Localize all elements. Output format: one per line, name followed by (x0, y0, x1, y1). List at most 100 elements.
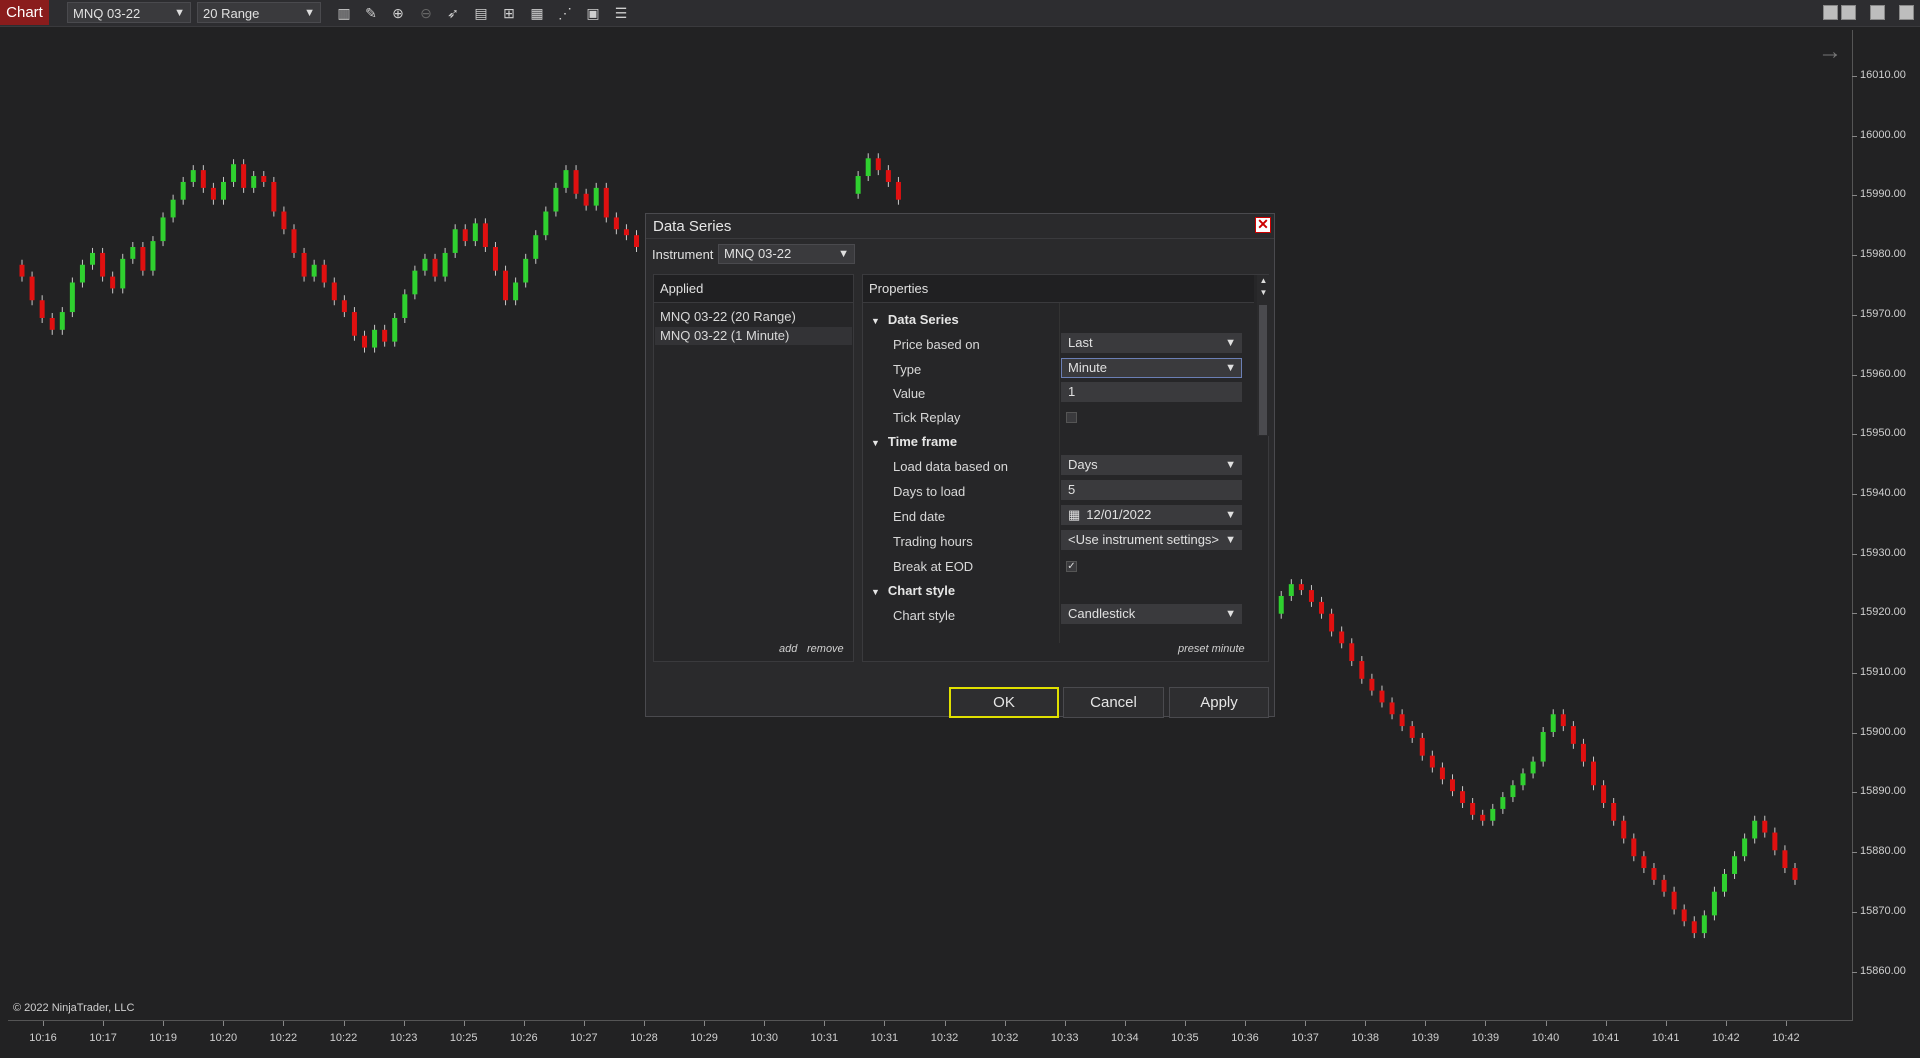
y-axis-label: 15910.00 (1860, 666, 1906, 678)
chart-style-dropdown[interactable]: Candlestick ▼ (1061, 604, 1242, 624)
candle-body (1732, 856, 1738, 874)
add-link[interactable]: add (779, 643, 797, 655)
candle-body (543, 211, 549, 236)
candle-body (1439, 767, 1445, 780)
y-axis-label: 15870.00 (1860, 904, 1906, 917)
candle-body (1470, 802, 1476, 815)
cancel-button[interactable]: Cancel (1063, 687, 1164, 718)
x-axis-tick (283, 1021, 285, 1026)
properties-scrollbar[interactable]: ▲ ▼ (1257, 275, 1270, 436)
x-axis-tick (764, 1021, 766, 1026)
x-axis-label: 10:32 (930, 1032, 959, 1044)
instrument-dropdown[interactable]: MNQ 03-22 ▼ (718, 244, 855, 264)
price-based-on-dropdown[interactable]: Last ▼ (1061, 333, 1242, 353)
candle-body (623, 229, 629, 236)
instrument-dropdown-value: MNQ 03-22 (724, 246, 792, 261)
close-icon[interactable]: ✕ (1255, 217, 1271, 233)
divider (646, 238, 1274, 239)
x-axis-label: 10:40 (1531, 1032, 1560, 1044)
type-label: Type (893, 362, 922, 377)
scroll-down-icon[interactable]: ▼ (1258, 287, 1269, 299)
tick-replay-checkbox[interactable] (1066, 412, 1077, 423)
x-axis-tick (583, 1021, 585, 1026)
candle-body (603, 187, 609, 218)
x-axis-tick (1785, 1021, 1787, 1026)
remove-link[interactable]: remove (807, 643, 844, 655)
candle-body (130, 247, 136, 259)
x-axis-tick (824, 1021, 826, 1026)
candle-body (311, 264, 317, 277)
x-axis-tick (1305, 1021, 1307, 1026)
type-dropdown[interactable]: Minute ▼ (1061, 358, 1242, 378)
value-input[interactable]: 1 (1061, 382, 1242, 402)
candle-body (1379, 690, 1385, 703)
candle-body (1308, 590, 1314, 602)
candle-body (241, 164, 247, 188)
apply-button[interactable]: Apply (1169, 687, 1269, 718)
x-axis-tick (1004, 1021, 1006, 1026)
preset-link[interactable]: preset minute (1178, 643, 1245, 655)
load-data-based-on-dropdown[interactable]: Days ▼ (1061, 455, 1242, 475)
candle-body (1711, 891, 1717, 916)
section-chart-style[interactable]: ▼ Chart style (871, 583, 955, 598)
section-time-frame[interactable]: ▼ Time frame (871, 434, 957, 449)
candle-body (180, 181, 186, 200)
collapse-icon: ▼ (871, 438, 880, 448)
y-axis-label: 15990.00 (1860, 188, 1906, 201)
candle-body (1530, 761, 1536, 774)
field-value: Candlestick (1068, 606, 1136, 621)
y-axis-tick (1852, 792, 1857, 794)
scroll-thumb[interactable] (1259, 305, 1267, 435)
x-axis-label: 10:41 (1651, 1032, 1680, 1044)
arrow-right-icon[interactable]: → (1818, 38, 1842, 66)
x-axis-tick (103, 1021, 105, 1026)
x-axis-label: 10:33 (1050, 1032, 1079, 1044)
break-at-eod-checkbox[interactable]: ✓ (1066, 561, 1077, 572)
candle-body (1641, 856, 1647, 869)
y-axis-tick (1852, 255, 1857, 257)
x-axis-tick (1545, 1021, 1547, 1026)
chevron-down-icon: ▼ (838, 248, 849, 260)
x-axis-tick (1725, 1021, 1727, 1026)
properties-header: Properties (863, 275, 1254, 303)
candle-body (271, 181, 277, 212)
candle-body (1359, 661, 1365, 679)
collapse-icon: ▼ (871, 316, 880, 326)
field-value: 5 (1068, 482, 1076, 497)
section-label: Chart style (887, 583, 956, 598)
candle-body (1460, 791, 1466, 803)
column-divider (1059, 303, 1060, 643)
x-axis-label: 10:26 (510, 1032, 538, 1044)
candle-body (170, 199, 176, 218)
applied-item-selected[interactable]: MNQ 03-22 (1 Minute) (655, 327, 852, 345)
candle-body (613, 217, 619, 230)
candle-body (220, 181, 226, 200)
x-axis-tick (463, 1021, 465, 1026)
y-axis-label: 15960.00 (1860, 367, 1906, 380)
candle-body (291, 229, 297, 253)
candle-body (1721, 873, 1727, 892)
y-axis-tick (1852, 374, 1857, 376)
field-value: 12/01/2022 (1086, 507, 1152, 522)
candle-body (190, 170, 196, 182)
candle-body (1550, 714, 1556, 733)
candle-body (59, 312, 65, 330)
candle-body (523, 258, 529, 283)
trading-hours-dropdown[interactable]: <Use instrument settings> ▼ (1061, 530, 1242, 550)
section-data-series[interactable]: ▼ Data Series (871, 312, 959, 327)
instrument-label: Instrument (652, 247, 714, 262)
candle-body (553, 187, 559, 212)
applied-item[interactable]: MNQ 03-22 (20 Range) (655, 308, 852, 326)
ok-button[interactable]: OK (949, 687, 1059, 718)
candle-body (79, 264, 85, 283)
y-axis-label: 15890.00 (1860, 785, 1906, 798)
days-to-load-input[interactable]: 5 (1061, 480, 1242, 500)
end-date-picker[interactable]: ▦ 12/01/2022 ▼ (1061, 505, 1242, 525)
chart-style-label: Chart style (893, 608, 956, 623)
scroll-up-icon[interactable]: ▲ (1258, 275, 1269, 287)
candle-body (583, 193, 589, 206)
candle-body (1661, 879, 1667, 892)
candle-body (1500, 797, 1506, 809)
field-value: <Use instrument settings> (1068, 532, 1220, 547)
candle-body (1570, 726, 1576, 744)
